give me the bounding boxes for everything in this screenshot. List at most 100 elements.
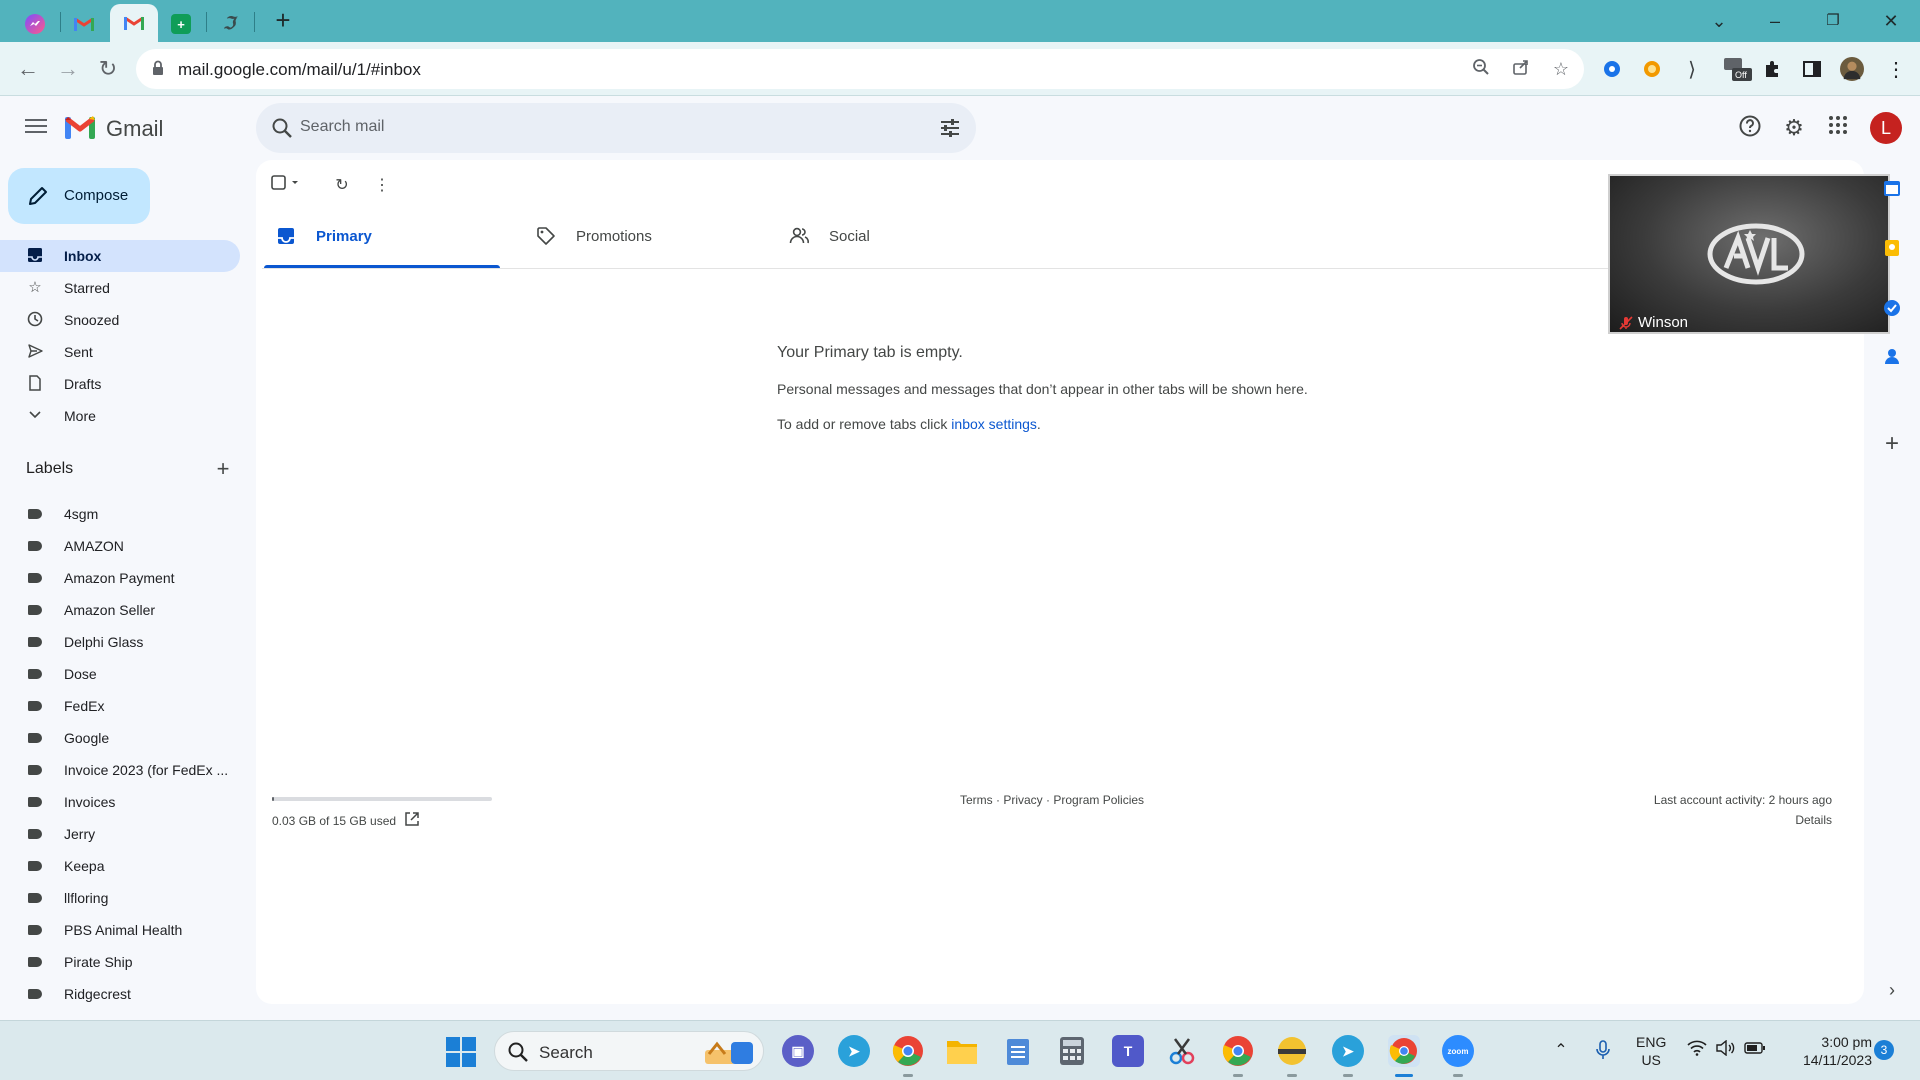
extension-blue-icon[interactable] bbox=[1600, 57, 1624, 81]
more-options-icon[interactable]: ⋮ bbox=[370, 174, 394, 198]
snipping-tool-icon[interactable] bbox=[1166, 1035, 1198, 1067]
select-all-checkbox[interactable] bbox=[270, 174, 304, 198]
main-menu-icon[interactable] bbox=[22, 115, 50, 139]
privacy-link[interactable]: Privacy bbox=[1003, 793, 1042, 807]
label-item[interactable]: Keepa bbox=[0, 850, 240, 882]
label-item[interactable]: Invoice 2023 (for FedEx ... bbox=[0, 754, 240, 786]
nav-item-inbox[interactable]: Inbox bbox=[0, 240, 240, 272]
contacts-icon[interactable] bbox=[1880, 344, 1904, 368]
browser-tab-gmail[interactable] bbox=[61, 6, 107, 42]
restore-button[interactable]: ❐ bbox=[1818, 8, 1848, 34]
zoom-app-icon[interactable]: zoom bbox=[1442, 1035, 1474, 1067]
chrome-menu-icon[interactable]: ⋮ bbox=[1884, 57, 1908, 81]
label-item[interactable]: Amazon Payment bbox=[0, 562, 240, 594]
search-input[interactable]: Search mail bbox=[300, 118, 384, 136]
share-icon[interactable] bbox=[1510, 58, 1532, 80]
search-icon[interactable] bbox=[270, 116, 294, 140]
help-icon[interactable] bbox=[1736, 114, 1764, 142]
google-apps-icon[interactable] bbox=[1824, 114, 1852, 142]
label-item[interactable]: Google bbox=[0, 722, 240, 754]
tab-social[interactable]: Social bbox=[777, 204, 1013, 268]
nav-item-drafts[interactable]: Drafts bbox=[0, 368, 240, 400]
label-item[interactable]: Dose bbox=[0, 658, 240, 690]
chrome-profile-2-icon[interactable] bbox=[1222, 1035, 1254, 1067]
browser-tab-messenger[interactable] bbox=[12, 6, 58, 42]
microphone-icon[interactable] bbox=[1592, 1040, 1614, 1062]
chrome-profile-1-icon[interactable] bbox=[892, 1035, 924, 1067]
forward-button[interactable]: → bbox=[54, 55, 82, 83]
label-item[interactable]: Amazon Seller bbox=[0, 594, 240, 626]
terms-link[interactable]: Terms bbox=[960, 793, 993, 807]
battery-icon[interactable] bbox=[1744, 1040, 1766, 1062]
back-button[interactable]: ← bbox=[14, 55, 42, 83]
calendar-icon[interactable] bbox=[1880, 176, 1904, 200]
browser-tab-script[interactable]: ℑ bbox=[206, 6, 252, 42]
taskbar-search-box[interactable]: Search bbox=[494, 1031, 764, 1071]
search-options-icon[interactable] bbox=[938, 116, 962, 140]
chrome-profile-active-icon[interactable] bbox=[1388, 1035, 1420, 1067]
file-explorer-icon[interactable] bbox=[946, 1035, 978, 1067]
tasks-icon[interactable] bbox=[1880, 296, 1904, 320]
microsoft-teams-icon[interactable]: T bbox=[1112, 1035, 1144, 1067]
nav-item-sent[interactable]: Sent bbox=[0, 336, 240, 368]
label-item[interactable]: 4sgm bbox=[0, 498, 240, 530]
label-item[interactable]: llfloring bbox=[0, 882, 240, 914]
label-item[interactable]: AMAZON bbox=[0, 530, 240, 562]
open-in-new-icon[interactable] bbox=[404, 811, 420, 827]
nav-item-more[interactable]: More bbox=[0, 400, 240, 432]
system-clock[interactable]: 3:00 pm 14/11/2023 bbox=[1788, 1033, 1872, 1069]
extension-orange-icon[interactable] bbox=[1640, 57, 1664, 81]
nav-item-snoozed[interactable]: Snoozed bbox=[0, 304, 240, 336]
reload-button[interactable]: ↻ bbox=[94, 55, 122, 83]
tab-search-chevron-icon[interactable]: ⌄ bbox=[1704, 8, 1734, 34]
label-item[interactable]: Delphi Glass bbox=[0, 626, 240, 658]
account-avatar[interactable]: L bbox=[1870, 112, 1902, 144]
video-call-overlay[interactable]: Winson bbox=[1608, 174, 1890, 334]
nav-item-starred[interactable]: ☆ Starred bbox=[0, 272, 240, 304]
address-bar[interactable]: mail.google.com/mail/u/1/#inbox ☆ bbox=[136, 49, 1584, 89]
extension-off-icon[interactable]: Off bbox=[1722, 57, 1752, 81]
label-item[interactable]: Jerry bbox=[0, 818, 240, 850]
show-side-panel-chevron-icon[interactable]: › bbox=[1882, 980, 1902, 1000]
notepad-icon[interactable] bbox=[1002, 1035, 1034, 1067]
keep-icon[interactable] bbox=[1880, 236, 1904, 260]
volume-icon[interactable] bbox=[1714, 1039, 1736, 1062]
compose-button[interactable]: Compose bbox=[8, 168, 150, 224]
wifi-icon[interactable] bbox=[1686, 1040, 1708, 1062]
app-yellow-icon[interactable] bbox=[1276, 1035, 1308, 1067]
teams-chat-icon[interactable]: ▣ bbox=[782, 1035, 814, 1067]
extension-arrow-icon[interactable]: ⟩ bbox=[1680, 57, 1704, 81]
language-indicator[interactable]: ENG US bbox=[1636, 1033, 1666, 1069]
label-item[interactable]: PBS Animal Health bbox=[0, 914, 240, 946]
label-item[interactable]: Ridgecrest bbox=[0, 978, 240, 1010]
bookmark-star-icon[interactable]: ☆ bbox=[1550, 58, 1572, 80]
get-addons-button[interactable]: + bbox=[1880, 432, 1904, 456]
settings-gear-icon[interactable]: ⚙ bbox=[1780, 114, 1808, 142]
browser-tab-sheets[interactable]: + bbox=[158, 6, 204, 42]
minimize-button[interactable]: – bbox=[1760, 8, 1790, 34]
inbox-settings-link[interactable]: inbox settings bbox=[951, 416, 1037, 432]
profile-avatar-icon[interactable] bbox=[1840, 57, 1864, 81]
notification-badge[interactable]: 3 bbox=[1874, 1040, 1894, 1060]
create-label-button[interactable]: + bbox=[212, 458, 234, 480]
telegram-icon[interactable]: ➤ bbox=[1332, 1035, 1364, 1067]
search-mail-bar[interactable]: Search mail bbox=[256, 103, 976, 153]
tab-primary[interactable]: Primary bbox=[264, 204, 500, 268]
new-tab-button[interactable]: + bbox=[270, 7, 296, 34]
label-item[interactable]: Invoices bbox=[0, 786, 240, 818]
calculator-icon[interactable] bbox=[1056, 1035, 1088, 1067]
side-panel-icon[interactable] bbox=[1800, 57, 1824, 81]
windows-start-icon[interactable] bbox=[446, 1037, 476, 1067]
program-policies-link[interactable]: Program Policies bbox=[1053, 793, 1144, 807]
extensions-puzzle-icon[interactable] bbox=[1760, 57, 1784, 81]
close-window-button[interactable]: ✕ bbox=[1876, 8, 1906, 34]
show-hidden-icons-chevron-icon[interactable]: ⌃ bbox=[1550, 1040, 1572, 1062]
telegram-icon[interactable]: ➤ bbox=[838, 1035, 870, 1067]
tab-promotions[interactable]: Promotions bbox=[524, 204, 760, 268]
label-item[interactable]: Schools bbox=[0, 1010, 240, 1020]
zoom-icon[interactable] bbox=[1470, 58, 1492, 80]
activity-details-link[interactable]: Details bbox=[1795, 813, 1832, 827]
label-item[interactable]: FedEx bbox=[0, 690, 240, 722]
browser-tab-gmail-active[interactable] bbox=[110, 4, 158, 42]
label-item[interactable]: Pirate Ship bbox=[0, 946, 240, 978]
